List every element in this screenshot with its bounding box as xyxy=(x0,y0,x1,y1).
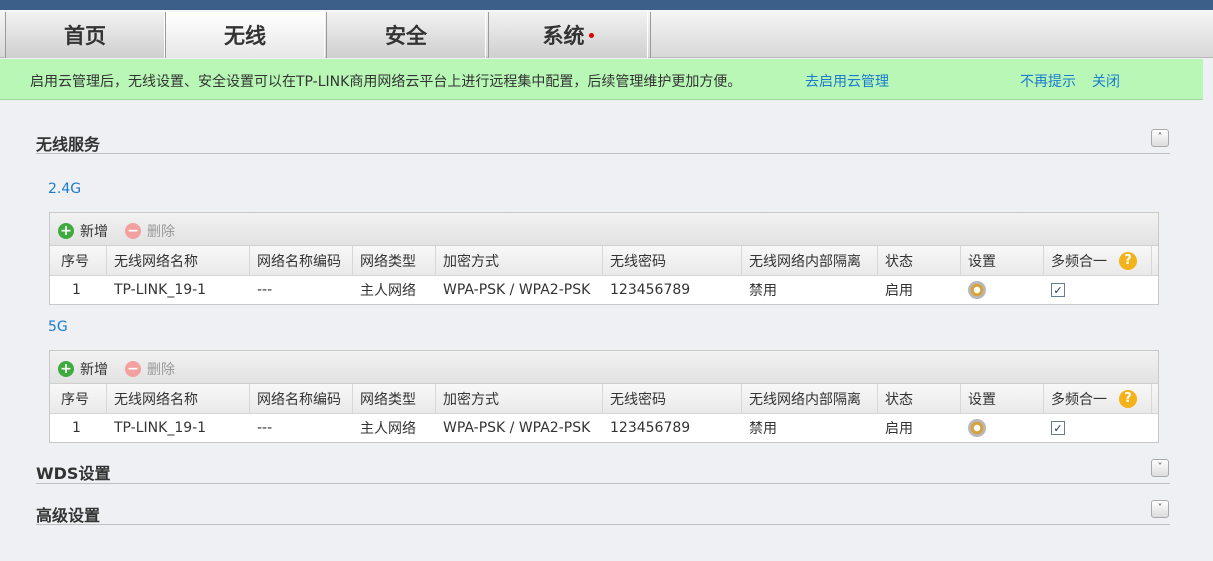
dont-show-again-link[interactable]: 不再提示 xyxy=(1020,71,1076,91)
row-ssid: TP-LINK_19-1 xyxy=(114,282,207,298)
col-ssid: 无线网络名称 xyxy=(107,246,250,275)
row-index: 1 xyxy=(72,282,81,298)
notice-message: 启用云管理后，无线设置、安全设置可以在TP-LINK商用网络云平台上进行远程集中… xyxy=(30,74,742,90)
col-status: 状态 xyxy=(878,246,961,275)
add-ssid-button[interactable]: + 新增 xyxy=(58,221,108,241)
col-network-type: 网络类型 xyxy=(353,246,436,275)
col-settings: 设置 xyxy=(961,384,1044,413)
table-header: 序号 无线网络名称 网络名称编码 网络类型 加密方式 无线密码 无线网络内部隔离… xyxy=(50,246,1158,276)
section-divider xyxy=(36,483,1170,484)
tabbar-filler xyxy=(650,12,1213,58)
collapse-wireless-service-button[interactable]: ˄ xyxy=(1151,129,1169,147)
delete-icon: − xyxy=(125,223,141,239)
row-security: WPA-PSK / WPA2-PSK xyxy=(443,282,591,298)
table-row[interactable]: 1 TP-LINK_19-1 --- 主人网络 WPA-PSK / WPA2-P… xyxy=(50,276,1158,304)
col-security: 加密方式 xyxy=(436,384,603,413)
row-password: 123456789 xyxy=(610,420,691,436)
add-ssid-button[interactable]: + 新增 xyxy=(58,359,108,379)
tab-security[interactable]: 安全 xyxy=(326,12,486,58)
tab-system-label: 系统 xyxy=(542,24,585,48)
col-network-type: 网络类型 xyxy=(353,384,436,413)
row-isolation: 禁用 xyxy=(749,283,777,299)
close-notice-link[interactable]: 关闭 xyxy=(1092,71,1120,91)
row-ssid: TP-LINK_19-1 xyxy=(114,420,207,436)
row-encoding: --- xyxy=(257,282,273,298)
col-encoding: 网络名称编码 xyxy=(250,246,353,275)
delete-label: 删除 xyxy=(147,224,175,240)
col-isolation: 无线网络内部隔离 xyxy=(742,384,878,413)
gear-icon[interactable] xyxy=(968,281,986,299)
col-index: 序号 xyxy=(50,384,107,413)
col-security: 加密方式 xyxy=(436,246,603,275)
multiband-checkbox[interactable]: ✓ xyxy=(1051,283,1065,297)
row-encoding: --- xyxy=(257,420,273,436)
table-toolbar: + 新增 − 删除 xyxy=(50,213,1158,246)
row-multiband: ✓ xyxy=(1044,276,1152,304)
help-icon[interactable]: ? xyxy=(1119,389,1137,408)
delete-label: 删除 xyxy=(147,362,175,378)
help-icon[interactable]: ? xyxy=(1119,251,1137,270)
row-settings xyxy=(961,414,1044,442)
col-settings: 设置 xyxy=(961,246,1044,275)
row-settings xyxy=(961,276,1044,304)
col-multiband-label: 多频合一 xyxy=(1051,253,1107,270)
row-network-type: 主人网络 xyxy=(360,421,416,437)
band-label-5g: 5G xyxy=(48,319,68,335)
add-icon: + xyxy=(58,223,74,239)
top-strip xyxy=(0,0,1213,10)
row-index: 1 xyxy=(72,420,81,436)
chevron-down-icon: ˅ xyxy=(1157,462,1163,473)
delete-icon: − xyxy=(125,361,141,377)
main-tabbar: 首页 无线 安全 系统 xyxy=(0,10,1213,58)
add-label: 新增 xyxy=(80,224,108,240)
section-title-wireless-service: 无线服务 xyxy=(36,135,101,154)
wlan-table-2g: + 新增 − 删除 序号 无线网络名称 网络名称编码 网络类型 加密方式 无线密… xyxy=(49,212,1159,305)
chevron-up-icon: ˄ xyxy=(1157,132,1163,143)
row-network-type: 主人网络 xyxy=(360,283,416,299)
row-security: WPA-PSK / WPA2-PSK xyxy=(443,420,591,436)
col-isolation: 无线网络内部隔离 xyxy=(742,246,878,275)
tab-wireless[interactable]: 无线 xyxy=(165,12,325,58)
add-label: 新增 xyxy=(80,362,108,378)
table-header: 序号 无线网络名称 网络名称编码 网络类型 加密方式 无线密码 无线网络内部隔离… xyxy=(50,384,1158,414)
tab-security-label: 安全 xyxy=(385,24,427,48)
band-label-2g: 2.4G xyxy=(48,181,82,197)
chevron-down-icon: ˅ xyxy=(1157,503,1163,514)
tab-home[interactable]: 首页 xyxy=(5,12,165,58)
tab-system[interactable]: 系统 xyxy=(488,12,648,58)
col-ssid: 无线网络名称 xyxy=(107,384,250,413)
table-toolbar: + 新增 − 删除 xyxy=(50,351,1158,384)
expand-advanced-button[interactable]: ˅ xyxy=(1151,500,1169,518)
col-status: 状态 xyxy=(878,384,961,413)
section-divider xyxy=(36,524,1170,525)
col-index: 序号 xyxy=(50,246,107,275)
tab-home-label: 首页 xyxy=(64,24,106,48)
col-multiband: 多频合一 ? xyxy=(1044,384,1152,413)
col-multiband-label: 多频合一 xyxy=(1051,391,1107,408)
section-title-wds: WDS设置 xyxy=(36,464,111,483)
row-multiband: ✓ xyxy=(1044,414,1152,442)
delete-ssid-button[interactable]: − 删除 xyxy=(125,359,175,379)
col-encoding: 网络名称编码 xyxy=(250,384,353,413)
row-password: 123456789 xyxy=(610,282,691,298)
delete-ssid-button[interactable]: − 删除 xyxy=(125,221,175,241)
tab-wireless-label: 无线 xyxy=(224,24,266,48)
section-title-advanced: 高级设置 xyxy=(36,506,101,525)
col-password: 无线密码 xyxy=(603,384,742,413)
cloud-notice-banner: 启用云管理后，无线设置、安全设置可以在TP-LINK商用网络云平台上进行远程集中… xyxy=(0,59,1203,100)
row-status: 启用 xyxy=(885,421,913,437)
notification-dot xyxy=(588,32,594,38)
expand-wds-button[interactable]: ˅ xyxy=(1151,459,1169,477)
multiband-checkbox[interactable]: ✓ xyxy=(1051,421,1065,435)
wlan-table-5g: + 新增 − 删除 序号 无线网络名称 网络名称编码 网络类型 加密方式 无线密… xyxy=(49,350,1159,443)
col-multiband: 多频合一 ? xyxy=(1044,246,1152,275)
add-icon: + xyxy=(58,361,74,377)
gear-icon[interactable] xyxy=(968,419,986,437)
col-password: 无线密码 xyxy=(603,246,742,275)
table-row[interactable]: 1 TP-LINK_19-1 --- 主人网络 WPA-PSK / WPA2-P… xyxy=(50,414,1158,442)
row-status: 启用 xyxy=(885,283,913,299)
enable-cloud-link[interactable]: 去启用云管理 xyxy=(805,71,889,91)
section-divider xyxy=(36,153,1170,154)
row-isolation: 禁用 xyxy=(749,421,777,437)
